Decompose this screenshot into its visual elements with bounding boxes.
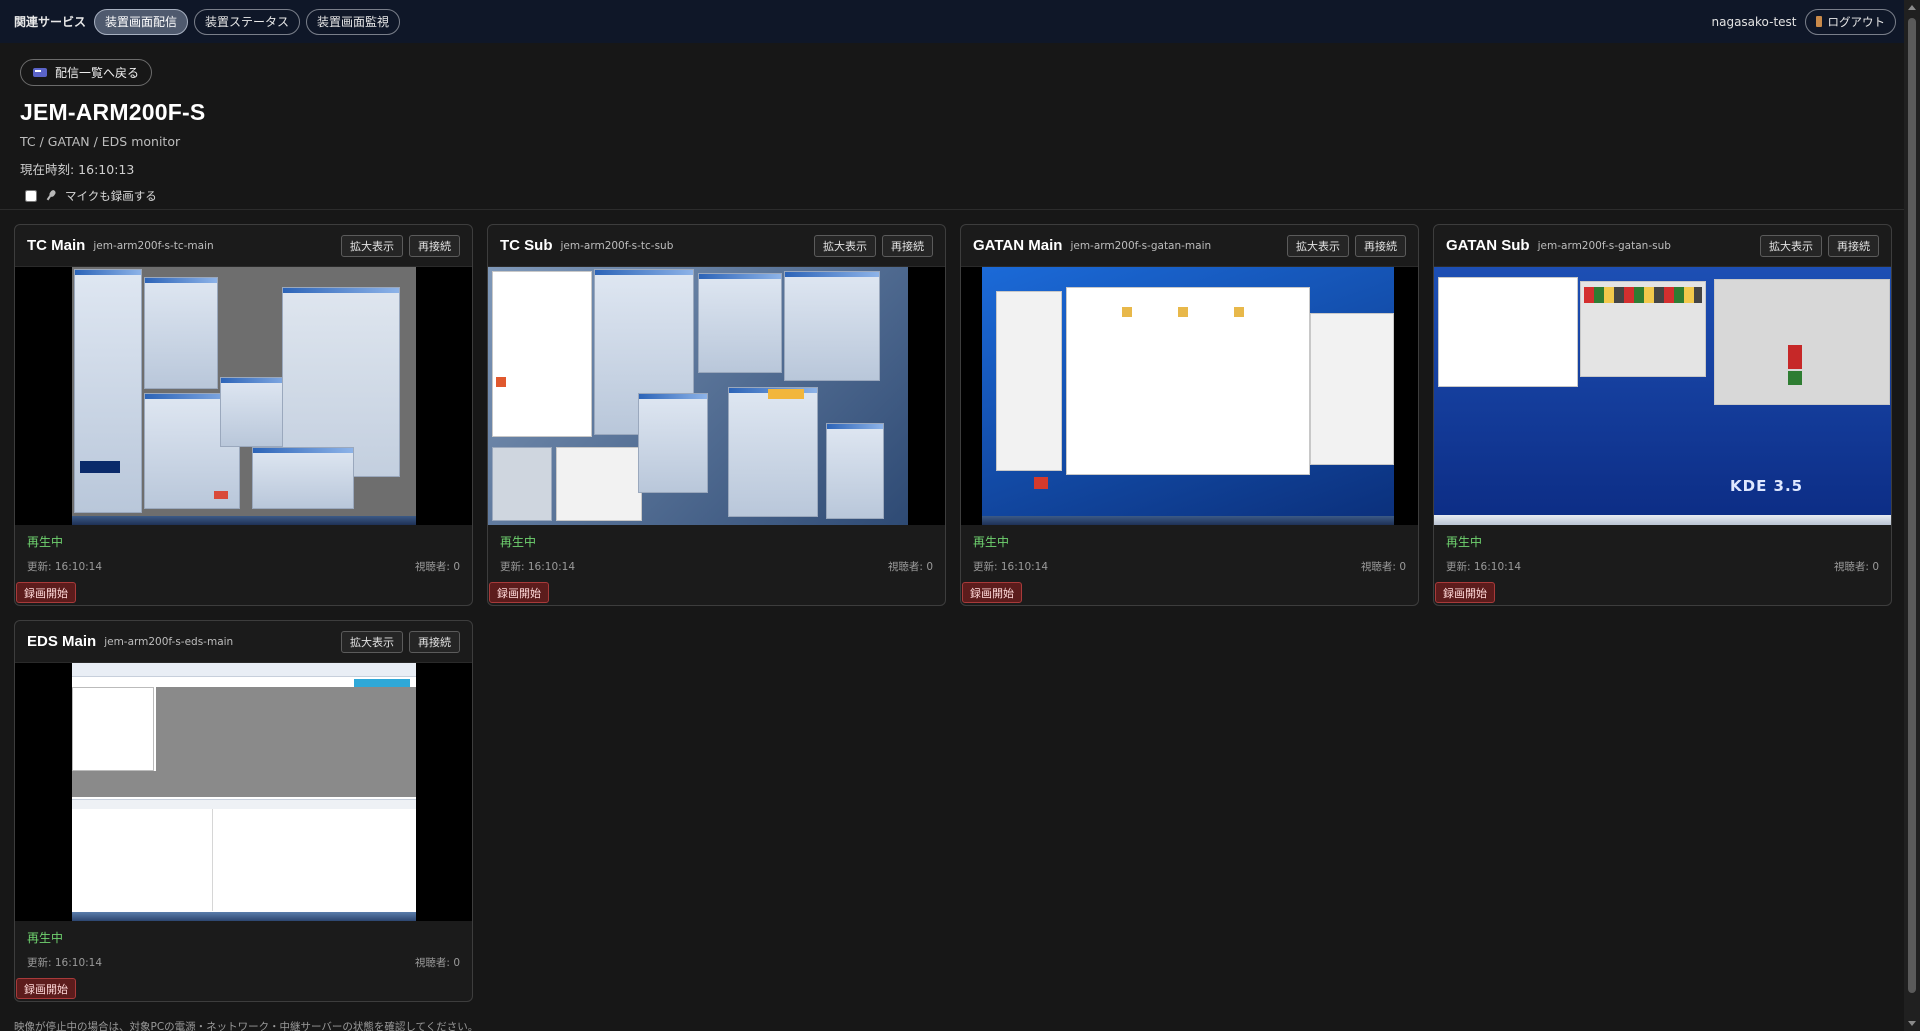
stream-id: jem-arm200f-s-gatan-sub <box>1537 239 1671 252</box>
back-label: 配信一覧へ戻る <box>55 66 140 80</box>
related-services-label: 関連サービス <box>14 15 87 29</box>
back-icon <box>33 67 47 79</box>
stream-card-tc-main: TC Main jem-arm200f-s-tc-main 拡大表示 再接続 再… <box>14 224 473 606</box>
reconnect-button[interactable]: 再接続 <box>1828 234 1879 257</box>
reconnect-button[interactable]: 再接続 <box>409 630 460 653</box>
page-title: JEM-ARM200F-S <box>20 99 206 125</box>
reconnect-button[interactable]: 再接続 <box>882 234 933 257</box>
stream-video[interactable] <box>15 663 472 921</box>
stream-card-eds-main: EDS Main jem-arm200f-s-eds-main 拡大表示 再接続… <box>14 620 473 1002</box>
logout-label: ログアウト <box>1827 14 1886 29</box>
current-time: 現在時刻: 16:10:13 <box>20 162 135 177</box>
stream-id: jem-arm200f-s-tc-sub <box>560 239 674 252</box>
record-start-button[interactable]: 録画開始 <box>962 582 1022 603</box>
card-header: TC Sub jem-arm200f-s-tc-sub 拡大表示 再接続 <box>488 225 945 267</box>
screen-capture <box>982 267 1394 525</box>
screen-capture: KDE 3.5 <box>1434 267 1891 525</box>
card-header: GATAN Main jem-arm200f-s-gatan-main 拡大表示… <box>961 225 1418 267</box>
stream-status: 再生中 <box>27 535 64 549</box>
reconnect-button[interactable]: 再接続 <box>1355 234 1406 257</box>
username: nagasako-test <box>1711 14 1797 29</box>
stream-card-gatan-main: GATAN Main jem-arm200f-s-gatan-main 拡大表示… <box>960 224 1419 606</box>
screen-capture <box>72 663 416 921</box>
scrollbar-thumb[interactable] <box>1908 18 1916 993</box>
nav-device-status[interactable]: 装置ステータス <box>194 8 301 35</box>
expand-button[interactable]: 拡大表示 <box>341 630 403 653</box>
updated-time: 更新: 16:10:14 <box>973 561 1049 573</box>
updated-time: 更新: 16:10:14 <box>1446 561 1522 573</box>
mic-record-checkbox[interactable] <box>25 190 37 202</box>
viewer-count: 視聴者: 0 <box>887 561 933 573</box>
stream-card-gatan-sub: GATAN Sub jem-arm200f-s-gatan-sub 拡大表示 再… <box>1433 224 1892 606</box>
page-header: 配信一覧へ戻る JEM-ARM200F-S TC / GATAN / EDS m… <box>0 43 1920 210</box>
expand-button[interactable]: 拡大表示 <box>814 234 876 257</box>
card-header: EDS Main jem-arm200f-s-eds-main 拡大表示 再接続 <box>15 621 472 663</box>
record-start-button[interactable]: 録画開始 <box>16 978 76 999</box>
page-scrollbar[interactable] <box>1904 0 1920 1031</box>
viewer-count: 視聴者: 0 <box>1833 561 1879 573</box>
record-start-button[interactable]: 録画開始 <box>1435 582 1495 603</box>
stream-id: jem-arm200f-s-tc-main <box>93 239 214 252</box>
nav-screen-stream[interactable]: 装置画面配信 <box>94 8 189 35</box>
scroll-up-icon[interactable] <box>1908 5 1916 10</box>
mic-record-label: マイクも録画する <box>65 189 157 203</box>
record-start-button[interactable]: 録画開始 <box>16 582 76 603</box>
stream-status: 再生中 <box>500 535 537 549</box>
stream-video[interactable] <box>15 267 472 525</box>
stream-name: GATAN Sub <box>1446 237 1530 254</box>
stream-id: jem-arm200f-s-gatan-main <box>1070 239 1212 252</box>
card-header: TC Main jem-arm200f-s-tc-main 拡大表示 再接続 <box>15 225 472 267</box>
expand-button[interactable]: 拡大表示 <box>1287 234 1349 257</box>
screen-capture <box>488 267 908 525</box>
stream-name: GATAN Main <box>973 237 1063 254</box>
stream-video[interactable]: KDE 3.5 <box>1434 267 1891 525</box>
stream-id: jem-arm200f-s-eds-main <box>104 635 234 648</box>
stream-name: TC Main <box>27 237 86 254</box>
mic-record-option[interactable]: マイクも録画する <box>20 188 1900 204</box>
microphone-icon <box>45 190 57 202</box>
stream-card-tc-sub: TC Sub jem-arm200f-s-tc-sub 拡大表示 再接続 再生中 <box>487 224 946 606</box>
card-header: GATAN Sub jem-arm200f-s-gatan-sub 拡大表示 再… <box>1434 225 1891 267</box>
nav-screen-monitor[interactable]: 装置画面監視 <box>306 8 401 35</box>
back-to-list-button[interactable]: 配信一覧へ戻る <box>20 59 153 86</box>
reconnect-button[interactable]: 再接続 <box>409 234 460 257</box>
stream-name: EDS Main <box>27 633 97 650</box>
stream-name: TC Sub <box>500 237 553 254</box>
footnote: 映像が停止中の場合は、対象PCの電源・ネットワーク・中継サーバーの状態を確認して… <box>14 1021 479 1031</box>
stream-status: 再生中 <box>973 535 1010 549</box>
viewer-count: 視聴者: 0 <box>1360 561 1406 573</box>
updated-time: 更新: 16:10:14 <box>27 561 103 573</box>
stream-status: 再生中 <box>1446 535 1483 549</box>
screen-capture <box>72 267 416 525</box>
logout-button[interactable]: ログアウト <box>1804 8 1896 35</box>
stream-video[interactable] <box>961 267 1418 525</box>
updated-time: 更新: 16:10:14 <box>27 957 103 969</box>
updated-time: 更新: 16:10:14 <box>500 561 576 573</box>
stream-video[interactable] <box>488 267 945 525</box>
viewer-count: 視聴者: 0 <box>414 561 460 573</box>
kde-label: KDE 3.5 <box>1730 477 1804 495</box>
stream-status: 再生中 <box>27 931 64 945</box>
record-start-button[interactable]: 録画開始 <box>489 582 549 603</box>
page-subtitle: TC / GATAN / EDS monitor <box>20 134 181 149</box>
viewer-count: 視聴者: 0 <box>414 957 460 969</box>
logout-door-icon <box>1815 16 1822 27</box>
top-nav-bar: 関連サービス 装置画面配信 装置ステータス 装置画面監視 nagasako-te… <box>0 0 1920 43</box>
expand-button[interactable]: 拡大表示 <box>1760 234 1822 257</box>
expand-button[interactable]: 拡大表示 <box>341 234 403 257</box>
scroll-down-icon[interactable] <box>1908 1021 1916 1026</box>
